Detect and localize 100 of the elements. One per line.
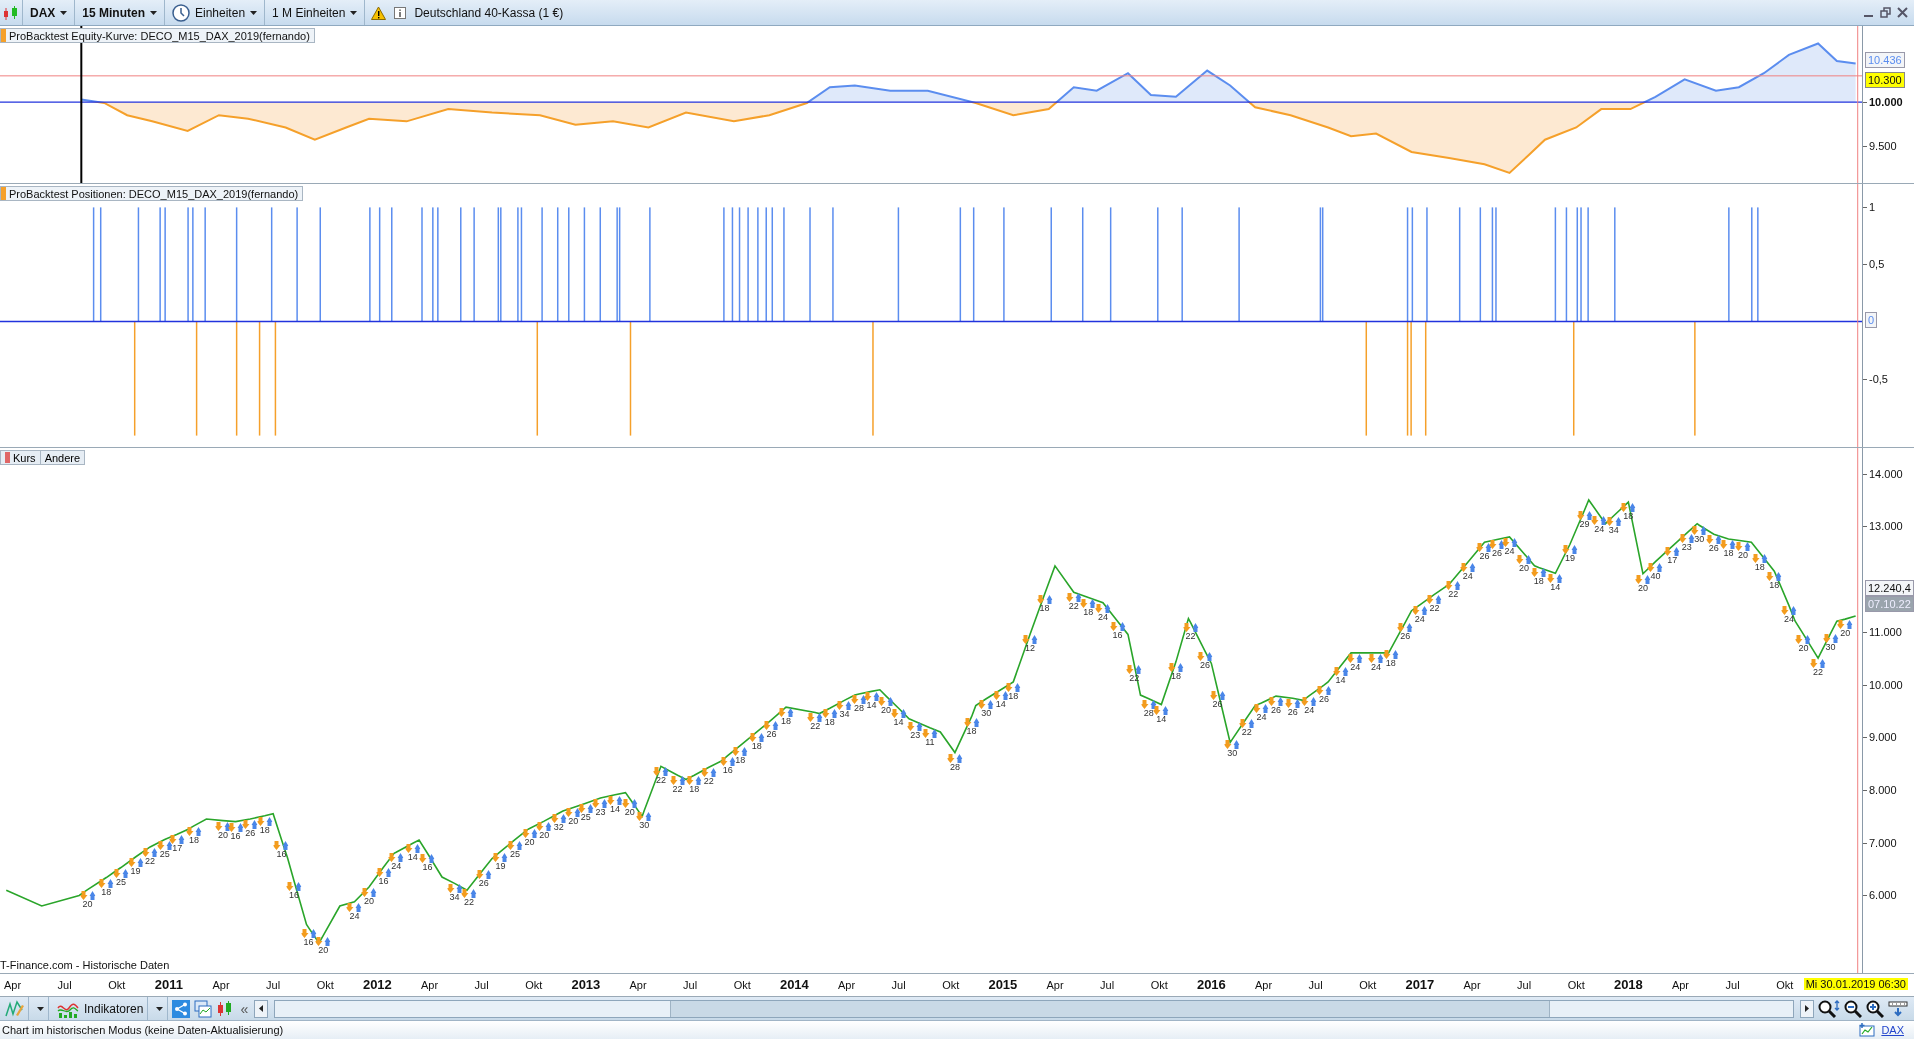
indicator-legend[interactable]: ProBacktest Equity-Kurve: DECO_M15_DAX_2019(fernando): [0, 28, 315, 43]
time-axis-label: Apr: [1463, 979, 1481, 991]
trade-label: 28: [854, 704, 864, 713]
time-axis-label: Okt: [1776, 979, 1794, 991]
value-label: 0: [1865, 312, 1878, 329]
unit-count-dropdown[interactable]: 1 M Einheiten: [265, 0, 366, 25]
trade-label: 30: [639, 820, 650, 830]
trade-label: 18: [1008, 691, 1019, 701]
trade-label: 22: [464, 897, 475, 907]
time-axis-label: Apr: [1671, 979, 1690, 991]
trade-label: 24: [1350, 662, 1361, 672]
time-axis-label: Jul: [891, 979, 906, 991]
data-source-label: T-Finance.com - Historische Daten: [0, 959, 170, 971]
time-axis-label: Apr: [1046, 979, 1064, 991]
trade-label: 26: [1708, 544, 1719, 554]
time-axis-label: Jul: [474, 979, 489, 991]
time-axis-label: Okt: [525, 979, 543, 991]
time-axis-label: 2018: [1613, 977, 1643, 992]
time-axis-label: Jul: [1517, 979, 1532, 991]
trade-label: 20: [1798, 644, 1809, 654]
trade-label: 28: [949, 762, 960, 772]
trade-label: 22: [810, 722, 821, 732]
indicator-legend[interactable]: ProBacktest Positionen: DECO_M15_DAX_2019(fernando): [0, 186, 304, 201]
trade-label: 18: [735, 755, 746, 765]
time-axis-label: Okt: [316, 979, 334, 991]
trade-label: 24: [1371, 662, 1382, 672]
trade-label: 18: [259, 825, 270, 835]
trade-label: 14: [866, 701, 877, 711]
trade-label: 29: [1579, 519, 1590, 529]
trade-label: 22: [655, 776, 666, 786]
value-label: 10.436: [1865, 51, 1905, 68]
trade-label: 24: [1504, 546, 1515, 556]
time-axis-label: Jul: [1308, 979, 1323, 991]
time-axis-label: 2014: [779, 977, 809, 992]
units-dropdown[interactable]: Einheiten: [165, 0, 266, 25]
trade-label: 24: [349, 911, 360, 921]
trade-label: 16: [378, 877, 389, 886]
trade-label: 14: [1550, 583, 1561, 593]
instrument-name: Deutschland 40-Kassa (1 €): [414, 5, 564, 20]
trade-label: 20: [1519, 563, 1530, 573]
trade-label: 26: [1492, 549, 1502, 559]
trade-label: 26: [766, 729, 777, 739]
time-axis-label: Apr: [212, 979, 230, 991]
trade-label: 23: [1681, 543, 1692, 553]
trade-label: 16: [303, 937, 314, 947]
time-axis-label: 2011: [154, 977, 183, 992]
trade-label: 19: [495, 861, 506, 871]
time-axis-label: 2012: [362, 977, 392, 992]
trade-label: 22: [1448, 589, 1459, 599]
trade-label: 18: [751, 742, 762, 751]
time-axis-label: Okt: [1567, 979, 1585, 991]
value-label: 12.240,4: [1865, 579, 1914, 596]
trade-label: 14: [1335, 676, 1346, 686]
time-axis-label: 2017: [1405, 977, 1435, 992]
symbol-link[interactable]: DAX: [1881, 1024, 1904, 1036]
trade-label: 24: [1256, 713, 1267, 722]
trade-label: 18: [1533, 577, 1544, 587]
trade-label: 26: [1318, 695, 1329, 705]
indicators-button[interactable]: Indikatoren: [53, 997, 149, 1020]
trade-label: 18: [1385, 659, 1396, 669]
trade-label: 30: [1694, 535, 1705, 545]
trade-label: 20: [1840, 629, 1851, 639]
trade-label: 18: [1039, 604, 1050, 614]
time-axis-label: 2015: [988, 977, 1018, 992]
time-axis-label: 2013: [571, 977, 601, 992]
trade-label: 22: [703, 777, 714, 787]
time-axis-label: Apr: [629, 979, 647, 991]
trade-label: 20: [318, 945, 329, 955]
chart-tab[interactable]: Andere: [40, 450, 86, 465]
trade-label: 17: [172, 844, 183, 854]
trade-label: 20: [524, 838, 535, 848]
trade-label: 24: [391, 862, 402, 872]
trade-label: 18: [824, 718, 835, 728]
trade-label: 14: [1156, 714, 1167, 724]
trade-label: 22: [1813, 668, 1824, 678]
time-axis-label: Okt: [942, 979, 960, 991]
time-axis-label: Jul: [1725, 979, 1740, 991]
timeframe-dropdown[interactable]: 15 Minuten: [75, 0, 165, 25]
chart-tab[interactable]: Kurs: [0, 450, 41, 465]
trade-label: 24: [1414, 614, 1425, 624]
axis-label: 9.000: [1863, 731, 1897, 744]
trade-label: 30: [1825, 643, 1836, 653]
trade-label: 18: [101, 887, 112, 897]
trade-label: 16: [722, 765, 733, 775]
symbol-dropdown[interactable]: DAX: [23, 0, 76, 25]
trade-label: 16: [422, 863, 433, 873]
axis-label: 9.500: [1863, 139, 1897, 152]
trade-label: 26: [245, 829, 256, 838]
time-axis-label: Jul: [683, 979, 698, 991]
trade-label: 14: [995, 699, 1006, 709]
trade-label: 23: [910, 731, 921, 741]
trade-label: 22: [1068, 602, 1079, 612]
trade-label: 14: [610, 804, 621, 814]
trade-label: 20: [1738, 551, 1749, 561]
collapse-button[interactable]: «: [238, 1000, 251, 1017]
trade-label: 16: [1112, 631, 1123, 641]
trade-label: 22: [1241, 727, 1252, 737]
axis-label: 14.000: [1863, 467, 1903, 480]
trade-label: 25: [115, 877, 126, 887]
trade-label: 11: [925, 737, 935, 747]
